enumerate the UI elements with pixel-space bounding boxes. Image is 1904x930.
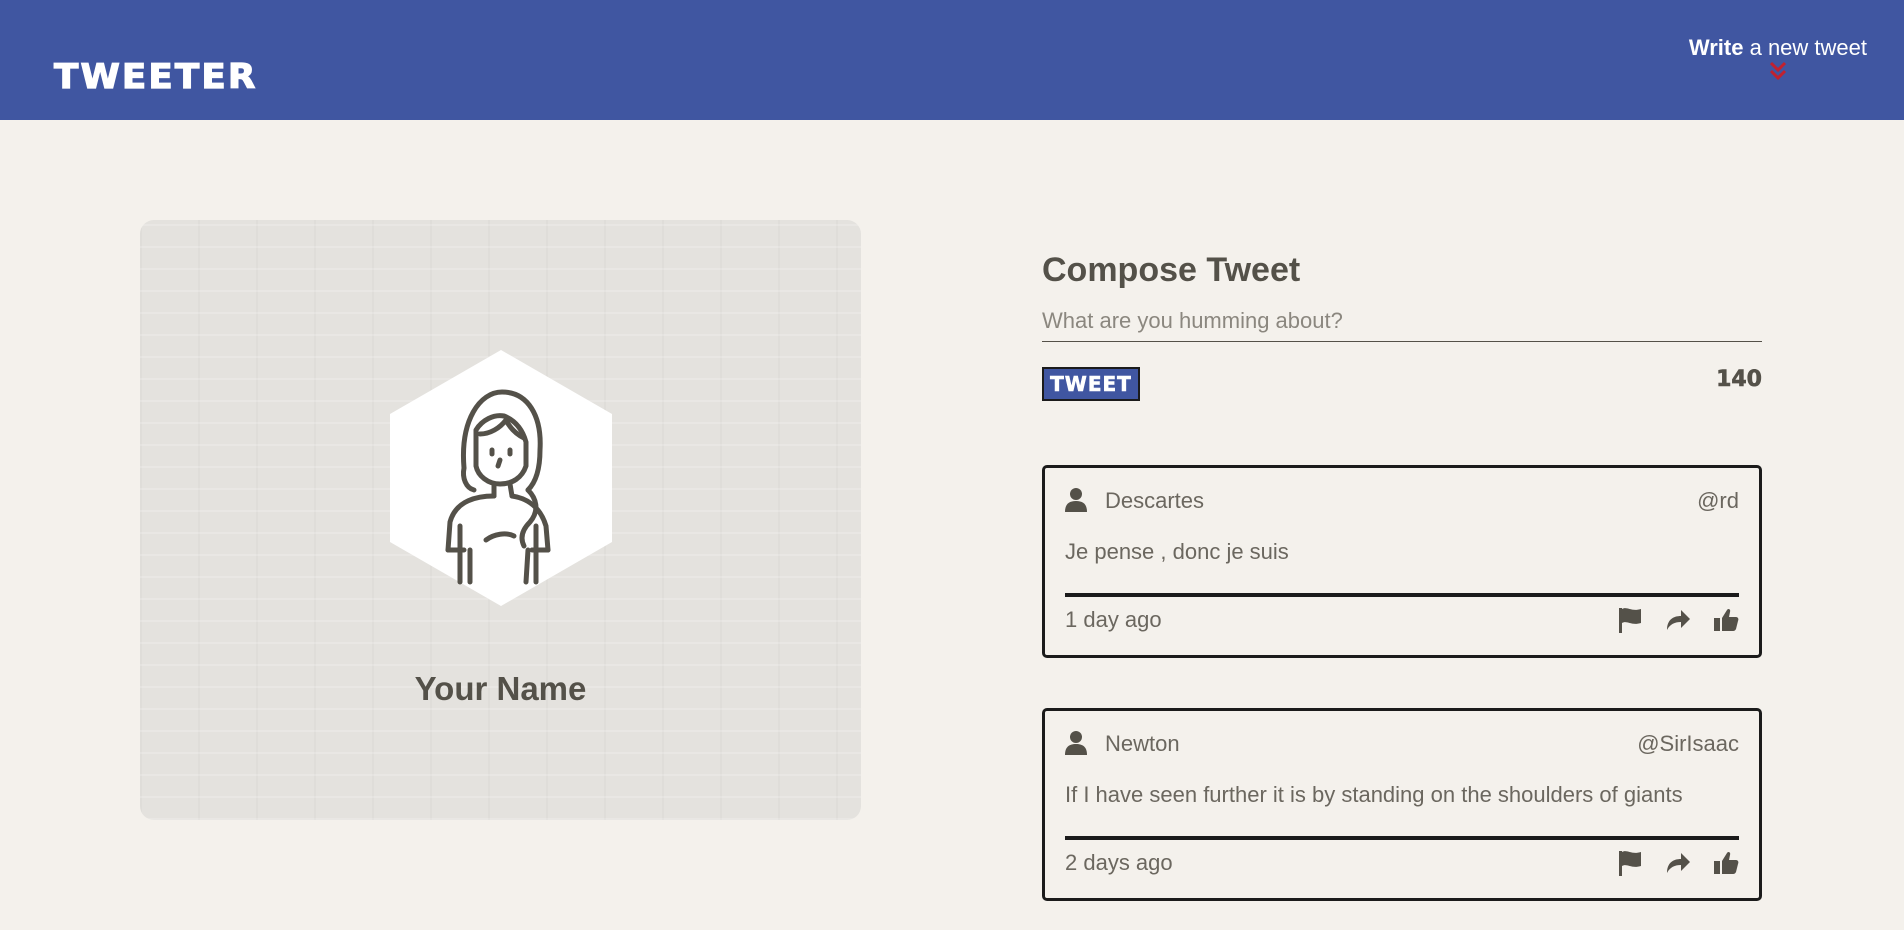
retweet-share-icon[interactable] <box>1665 849 1691 877</box>
flag-icon[interactable] <box>1617 849 1643 877</box>
write-label-rest: a new tweet <box>1743 35 1867 60</box>
tweet-handle: @SirIsaac <box>1637 731 1739 756</box>
compose-title: Compose Tweet <box>1042 251 1301 289</box>
user-icon <box>1065 731 1087 755</box>
navbar: TWEETER Write a new tweet <box>0 0 1904 120</box>
flag-icon[interactable] <box>1617 606 1643 634</box>
tweet-divider <box>1065 593 1739 597</box>
thumbs-up-icon[interactable] <box>1713 606 1739 634</box>
compose-actions: TWEET 140 <box>1042 367 1762 403</box>
logo[interactable]: TWEETER <box>53 57 257 96</box>
tweet-timestamp: 1 day ago <box>1065 607 1162 632</box>
woman-avatar-icon <box>390 350 612 606</box>
tweet-actions <box>1617 606 1739 636</box>
tweet-submit-button[interactable]: TWEET <box>1042 367 1140 401</box>
tweet-textarea[interactable] <box>1042 308 1762 342</box>
tweet-author: Descartes <box>1105 488 1205 513</box>
tweet-content: Je pense , donc je suis <box>1065 539 1289 564</box>
tweet-divider <box>1065 836 1739 840</box>
tweet-author: Newton <box>1105 731 1180 756</box>
tweet-content: If I have seen further it is by standing… <box>1065 782 1683 807</box>
compose-section: Compose Tweet TWEET 140 <box>1042 244 1762 403</box>
write-label-bold: Write <box>1688 35 1744 60</box>
thumbs-up-icon[interactable] <box>1713 849 1739 877</box>
tweet-timestamp: 2 days ago <box>1065 850 1173 875</box>
tweet-card: Newton @SirIsaac If I have seen further … <box>1042 708 1762 901</box>
retweet-share-icon[interactable] <box>1665 606 1691 634</box>
profile-name: Your Name <box>414 670 587 707</box>
write-new-tweet-button[interactable]: Write a new tweet <box>1689 34 1867 82</box>
chevron-double-down-icon[interactable] <box>1768 60 1788 82</box>
profile-card: Your Name <box>140 220 861 820</box>
char-counter: 140 <box>1716 367 1763 393</box>
tweet-card: Descartes @rd Je pense , donc je suis 1 … <box>1042 465 1762 658</box>
tweet-handle: @rd <box>1697 488 1739 513</box>
tweet-actions <box>1617 849 1739 879</box>
user-icon <box>1065 488 1087 512</box>
